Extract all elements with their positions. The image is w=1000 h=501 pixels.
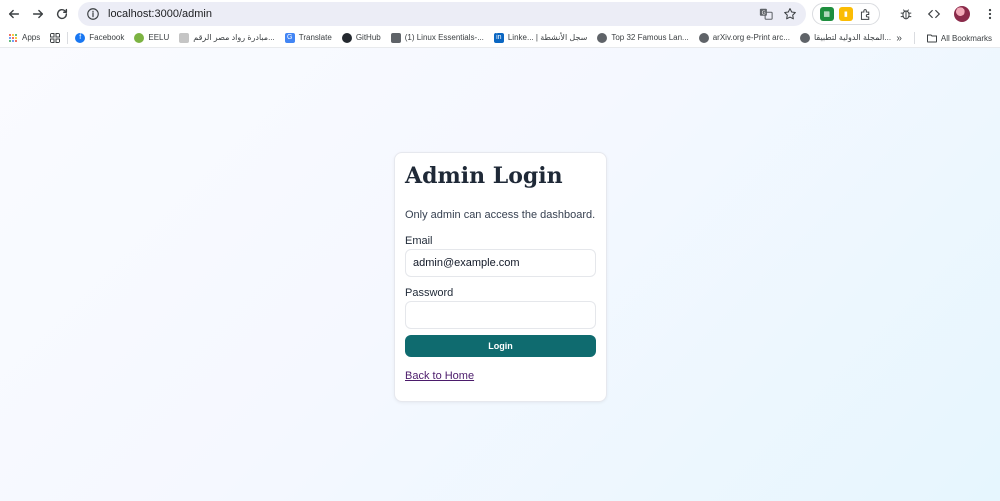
apps-grid-icon (9, 33, 17, 42)
bookmark-star-icon[interactable] (782, 6, 798, 22)
bookmark-journal[interactable]: المجلة الدولية لتطبيقا... (795, 29, 896, 47)
globe-icon (698, 32, 709, 43)
translate-icon: G (284, 32, 295, 43)
bookmark-initiative[interactable]: مبادرة رواد مصر الرقم... (174, 29, 279, 47)
bookmark-grid[interactable] (45, 29, 65, 47)
kebab-menu-icon[interactable] (980, 4, 1000, 24)
email-label: Email (405, 235, 433, 247)
puzzle-extension-icon[interactable] (858, 7, 872, 21)
page-background: Admin Login Only admin can access the da… (0, 48, 1000, 501)
login-button[interactable]: Login (405, 335, 596, 357)
linkedin-icon: in (493, 32, 504, 43)
github-icon (341, 32, 352, 43)
bookmarks-overflow-chevron-icon[interactable]: » (896, 33, 902, 44)
facebook-icon: f (75, 32, 86, 43)
eelu-icon (134, 32, 145, 43)
bookmarks-divider-right (913, 32, 915, 44)
forward-arrow-icon[interactable] (26, 2, 50, 26)
bookmark-eelu[interactable]: EELU (129, 29, 174, 47)
bookmark-linkedin[interactable]: in Linke... | سجل الأنشطة (489, 29, 592, 47)
globe-icon (597, 32, 608, 43)
address-url: localhost:3000/admin (108, 8, 212, 20)
reload-icon[interactable] (50, 2, 74, 26)
bookmark-facebook[interactable]: f Facebook (70, 29, 129, 47)
initiative-icon (179, 32, 190, 43)
bookmarks-bar: Apps f Facebook EELU مبادرة رواد مصر الر… (0, 28, 1000, 48)
keyboard-icon (390, 32, 401, 43)
bookmark-translate[interactable]: G Translate (280, 29, 337, 47)
back-to-home-link[interactable]: Back to Home (405, 370, 474, 382)
profile-avatar[interactable] (952, 4, 972, 24)
bookmark-apps[interactable]: Apps (0, 29, 45, 47)
bookmark-linux-essentials[interactable]: (1) Linux Essentials-... (386, 29, 489, 47)
all-bookmarks-button[interactable]: All Bookmarks (926, 29, 992, 47)
email-field[interactable]: admin@example.com (405, 249, 596, 277)
bookmark-arxiv[interactable]: arXiv.org e-Print arc... (694, 29, 795, 47)
globe-icon (799, 32, 810, 43)
login-subtitle: Only admin can access the dashboard. (405, 209, 596, 221)
password-label: Password (405, 287, 454, 299)
folder-icon (926, 34, 937, 43)
bug-icon[interactable] (896, 4, 916, 24)
sheets-extension-icon[interactable]: ▦ (819, 7, 834, 21)
svg-text:G: G (762, 10, 766, 16)
site-info-icon[interactable] (86, 7, 100, 21)
extensions-group: ▦ ▮ (812, 3, 880, 25)
translate-page-icon[interactable]: G (758, 6, 774, 22)
back-arrow-icon[interactable] (2, 2, 26, 26)
login-card: Admin Login Only admin can access the da… (394, 152, 607, 402)
bookmark-famous-lan[interactable]: Top 32 Famous Lan... (592, 29, 693, 47)
page-title: Admin Login (405, 163, 563, 189)
bookmarks-divider (67, 31, 69, 44)
password-field[interactable] (405, 301, 596, 329)
browser-toolbar: localhost:3000/admin G ▦ ▮ (0, 0, 1000, 28)
address-bar[interactable]: localhost:3000/admin G (78, 2, 806, 26)
code-icon[interactable] (924, 4, 944, 24)
keep-extension-icon[interactable]: ▮ (838, 7, 853, 21)
bookmark-github[interactable]: GitHub (337, 29, 386, 47)
grid-icon (50, 32, 61, 43)
